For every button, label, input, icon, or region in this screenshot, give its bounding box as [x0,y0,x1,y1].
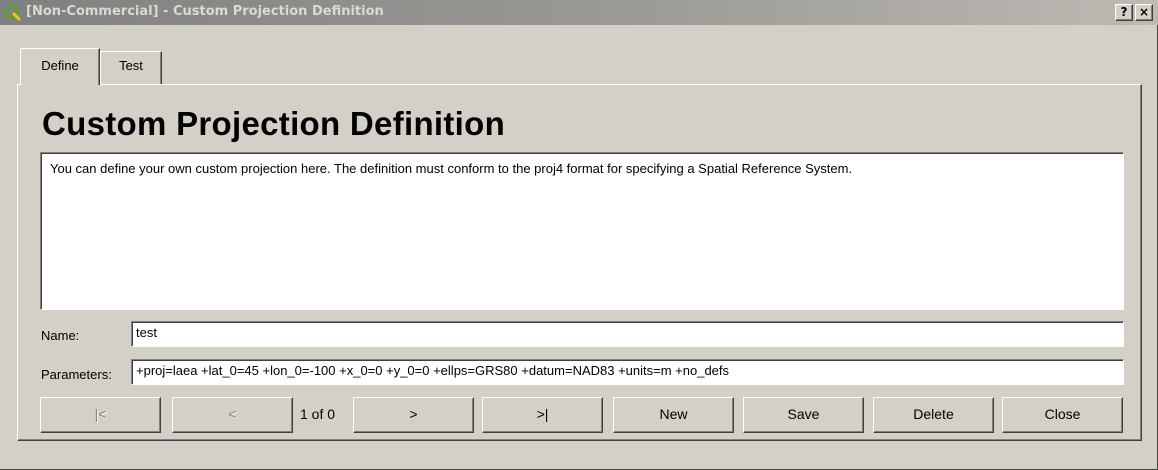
close-button[interactable]: Close [1002,397,1123,433]
parameters-label: Parameters: [41,367,112,382]
next-record-button[interactable]: > [353,397,474,433]
last-record-button[interactable]: >| [482,397,603,433]
name-label: Name: [41,328,80,343]
record-count: 1 of 0 [300,406,336,422]
window-close-button[interactable]: × [1135,4,1153,21]
delete-button[interactable]: Delete [873,397,994,433]
previous-record-button[interactable]: < [172,397,293,433]
title-bar[interactable]: [Non-Commercial] - Custom Projection Def… [0,0,1158,25]
first-record-button[interactable]: |< [40,397,161,433]
page-heading: Custom Projection Definition [42,105,506,142]
save-button[interactable]: Save [743,397,864,433]
parameters-input[interactable]: +proj=laea +lat_0=45 +lon_0=-100 +x_0=0 … [131,359,1124,385]
new-button[interactable]: New [613,397,734,433]
window-title: [Non-Commercial] - Custom Projection Def… [26,4,384,19]
tab-define[interactable]: Define [20,48,100,85]
name-input[interactable]: test [131,321,1124,347]
description-text-box[interactable]: You can define your own custom projectio… [40,152,1124,310]
tab-test[interactable]: Test [100,51,162,84]
help-button[interactable]: ? [1115,4,1133,21]
projection-dialog: [Non-Commercial] - Custom Projection Def… [0,0,1158,470]
qgis-app-icon [5,5,21,21]
